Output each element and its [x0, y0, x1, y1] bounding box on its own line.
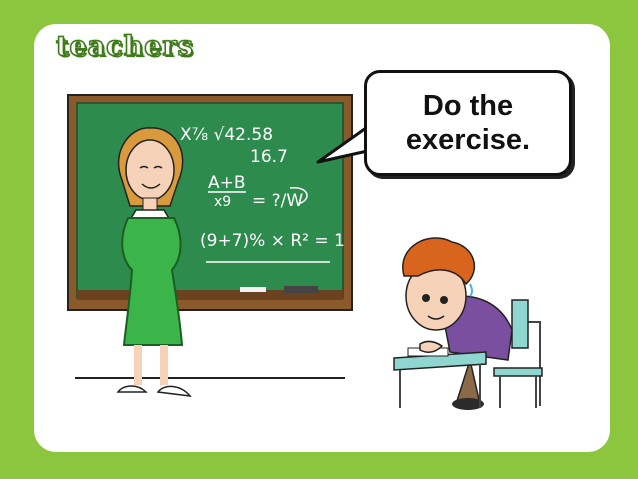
- board-line-6: (9+7)% × R² = 1: [200, 231, 345, 251]
- teacher-face: [125, 139, 175, 201]
- board-line-2: 16.7: [250, 147, 288, 167]
- speech-bubble: Do the exercise.: [364, 70, 572, 176]
- teacher-dress: [121, 217, 184, 346]
- board-line-1: X⅞ √42.58: [180, 125, 273, 145]
- board-line-4: x9: [214, 194, 231, 210]
- chair-legs: [499, 376, 537, 408]
- speech-bubble-text: Do the exercise.: [405, 90, 531, 156]
- board-line-5: = ?/W: [252, 191, 303, 211]
- teacher-shoe-left: [116, 385, 148, 393]
- sweat-drop: [469, 283, 473, 297]
- chair-back: [511, 299, 529, 349]
- eraser: [284, 286, 318, 293]
- teacher-shoe-right: [156, 385, 192, 397]
- board-line-3: A+B: [208, 173, 246, 193]
- student-leg: [454, 357, 481, 405]
- student-eye-left: [422, 294, 430, 302]
- slide: teachers X⅞ √42.58 16.7 A+B x9 = ?/W (9+…: [0, 0, 638, 479]
- chalk-piece: [240, 287, 266, 292]
- student-eye-right: [440, 296, 448, 304]
- chair-seat: [493, 367, 543, 377]
- student-figure: [393, 237, 543, 410]
